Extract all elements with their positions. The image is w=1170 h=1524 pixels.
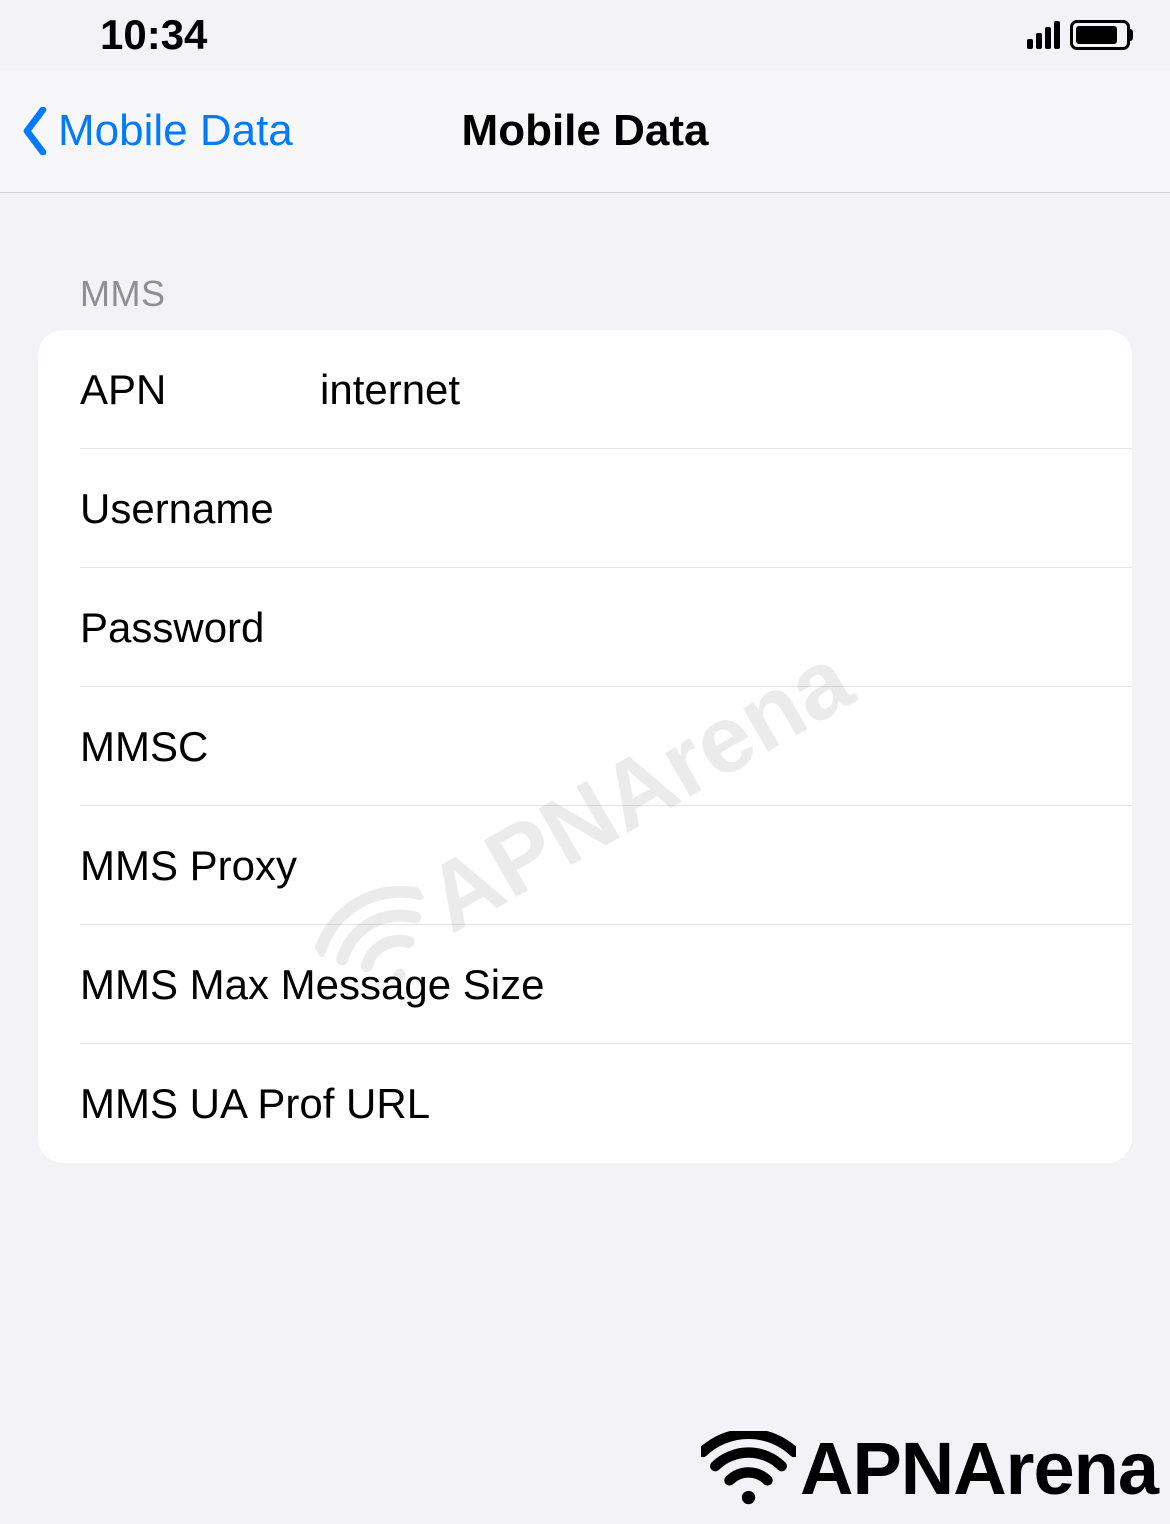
chevron-left-icon — [20, 107, 50, 155]
input-username[interactable] — [320, 485, 1132, 533]
status-bar: 10:34 — [0, 0, 1170, 70]
label-mmsc: MMSC — [80, 723, 320, 771]
status-time: 10:34 — [100, 11, 207, 59]
label-mms-proxy: MMS Proxy — [80, 842, 1132, 890]
row-mms-max-message-size[interactable]: MMS Max Message Size — [38, 925, 1132, 1044]
settings-group-mms: APN Username Password MMSC MMS Proxy MMS… — [38, 330, 1132, 1163]
footer-brand-text: APNArena — [800, 1426, 1158, 1511]
row-username[interactable]: Username — [38, 449, 1132, 568]
back-button[interactable]: Mobile Data — [20, 106, 293, 156]
footer-brand: APNArena — [701, 1426, 1158, 1511]
status-icons — [1027, 20, 1130, 50]
row-mms-ua-prof-url[interactable]: MMS UA Prof URL — [38, 1044, 1132, 1163]
input-apn[interactable] — [320, 366, 1132, 414]
label-password: Password — [80, 604, 320, 652]
input-mmsc[interactable] — [320, 723, 1132, 771]
wifi-icon — [701, 1431, 796, 1506]
back-label: Mobile Data — [58, 106, 293, 156]
input-password[interactable] — [320, 604, 1132, 652]
row-password[interactable]: Password — [38, 568, 1132, 687]
label-mms-max-message-size: MMS Max Message Size — [80, 961, 1132, 1009]
page-title: Mobile Data — [462, 106, 709, 156]
row-apn[interactable]: APN — [38, 330, 1132, 449]
navigation-bar: Mobile Data Mobile Data — [0, 70, 1170, 193]
section-header-mms: MMS — [0, 273, 1170, 330]
content: MMS APN Username Password MMSC MMS Proxy… — [0, 193, 1170, 1163]
cellular-signal-icon — [1027, 21, 1060, 49]
label-username: Username — [80, 485, 320, 533]
row-mmsc[interactable]: MMSC — [38, 687, 1132, 806]
label-apn: APN — [80, 366, 320, 414]
row-mms-proxy[interactable]: MMS Proxy — [38, 806, 1132, 925]
label-mms-ua-prof-url: MMS UA Prof URL — [80, 1080, 1132, 1128]
battery-icon — [1070, 20, 1130, 50]
